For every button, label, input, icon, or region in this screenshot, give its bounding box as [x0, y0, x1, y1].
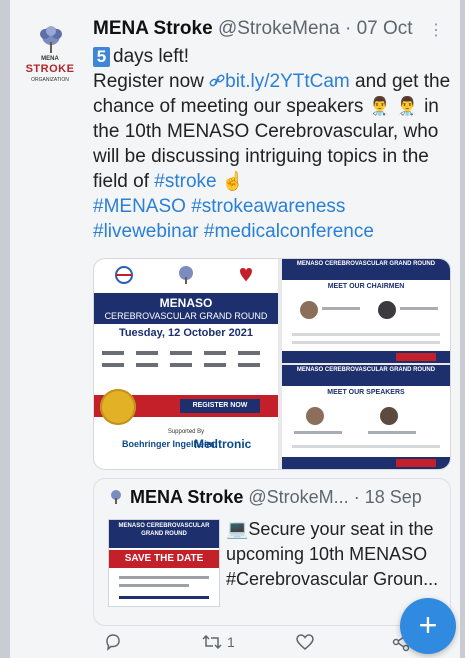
poster-register-button: REGISTER NOW — [180, 399, 260, 413]
laptop-emoji-icon: 💻 — [226, 519, 249, 539]
tweet-header: MENA Stroke @StrokeMena · 07 Oct — [93, 18, 413, 40]
hashtag-stroke[interactable]: #stroke — [154, 171, 216, 192]
quoted-header: MENA Stroke @StrokeM... · 18 Sep — [108, 487, 422, 508]
panel-footer — [282, 351, 450, 363]
speaker-photo — [380, 407, 398, 425]
tweet-date[interactable]: 07 Oct — [357, 18, 413, 39]
quoted-text: 💻Secure your seat in the upcoming 10th M… — [226, 517, 446, 592]
heart-association-logo-icon — [240, 268, 252, 282]
quoted-date: 18 Sep — [364, 487, 422, 507]
seal-icon — [100, 389, 136, 425]
quoted-avatar-icon — [111, 490, 121, 504]
pointing-hand-emoji-icon: ☝️ — [221, 171, 245, 191]
tree-logo-icon — [40, 26, 62, 53]
quoted-text-body: Secure your seat in the upcoming 10th ME… — [226, 519, 439, 589]
panel-title: MEET OUR CHAIRMEN — [327, 283, 405, 290]
poster-logos — [100, 265, 272, 287]
hashtags-line2[interactable]: #livewebinar #medicalconference — [93, 221, 374, 242]
panel-title: MEET OUR SPEAKERS — [327, 389, 405, 396]
person-emoji-icon: 👨‍⚕️ — [368, 96, 392, 116]
poster-date: Tuesday, 12 October 2021 — [118, 327, 254, 339]
retweet-button[interactable]: 1 — [201, 630, 235, 654]
poster-timezones — [102, 347, 270, 373]
link-icon — [209, 74, 225, 87]
panel-footer — [282, 457, 450, 469]
action-bar: 1 — [93, 630, 453, 654]
quoted-thumb-title: MENASO CEREBROVASCULAR GRAND ROUND — [109, 520, 219, 548]
quoted-handle: @StrokeM... — [248, 487, 349, 507]
media-poster[interactable]: MENASO CEREBROVASCULAR GRAND ROUND Tuesd… — [94, 259, 278, 469]
author-handle[interactable]: @StrokeMena — [218, 18, 340, 39]
quoted-separator: · — [353, 487, 360, 507]
plus-icon: + — [418, 607, 438, 643]
mena-stroke-logo-icon — [179, 266, 193, 284]
quoted-tweet[interactable]: MENA Stroke @StrokeM... · 18 Sep MENASO … — [93, 478, 451, 626]
speaker-photo — [378, 301, 396, 319]
tweet-link[interactable]: bit.ly/2YTtCam — [209, 71, 350, 92]
media-chairmen-panel[interactable]: MENASO CEREBROVASCULAR GRAND ROUND MEET … — [282, 259, 450, 363]
tweet-card[interactable]: MENA STROKE ORGANIZATION MENA Stroke @St… — [10, 0, 460, 658]
avatar-org-bottom: ORGANIZATION — [31, 77, 69, 83]
author-name[interactable]: MENA Stroke — [93, 18, 213, 39]
link-text: bit.ly/2YTtCam — [225, 71, 350, 92]
tweet-text: 5 days left! Register now bit.ly/2YTtCam … — [93, 44, 453, 244]
quoted-author-name: MENA Stroke — [130, 487, 244, 507]
more-options-icon[interactable]: ⋮ — [428, 20, 444, 40]
retweet-icon — [202, 634, 222, 650]
poster-title: MENASO — [94, 293, 278, 313]
panel-header: MENASO CEREBROVASCULAR GRAND ROUND — [282, 259, 450, 280]
media-grid[interactable]: MENASO CEREBROVASCULAR GRAND ROUND Tuesd… — [93, 258, 451, 470]
avatar-org-main: STROKE — [25, 63, 75, 75]
register-text: Register now — [93, 71, 204, 92]
avatar-org-top: MENA — [41, 56, 59, 62]
retweet-count: 1 — [227, 634, 235, 650]
hashtags-line1[interactable]: #MENASO #strokeawareness — [93, 196, 345, 217]
keycap-five-emoji: 5 — [93, 47, 110, 67]
speaker-photo — [300, 301, 318, 319]
speaker-photo — [306, 407, 324, 425]
avatar[interactable]: MENA STROKE ORGANIZATION — [24, 26, 76, 86]
poster-subtitle: CEREBROVASCULAR GRAND ROUND — [94, 311, 278, 324]
world-stroke-logo-icon — [115, 266, 133, 284]
reply-button[interactable] — [103, 630, 123, 654]
reply-icon — [106, 634, 120, 651]
quoted-thumb-save: SAVE THE DATE — [109, 550, 219, 568]
panel-header: MENASO CEREBROVASCULAR GRAND ROUND — [282, 365, 450, 386]
compose-tweet-button[interactable]: + — [400, 598, 456, 654]
like-button[interactable] — [295, 630, 315, 654]
header-separator: · — [344, 18, 352, 39]
line1-text: days left! — [113, 46, 190, 67]
poster-supported-by: Supported By — [167, 429, 205, 435]
quoted-thumbnail: MENASO CEREBROVASCULAR GRAND ROUND SAVE … — [108, 519, 220, 607]
heart-icon — [296, 634, 314, 650]
sponsor-medtronic: Medtronic — [194, 437, 252, 451]
person-emoji-icon-2: 👨‍⚕️ — [396, 96, 419, 116]
media-speakers-panel[interactable]: MENASO CEREBROVASCULAR GRAND ROUND MEET … — [282, 365, 450, 469]
